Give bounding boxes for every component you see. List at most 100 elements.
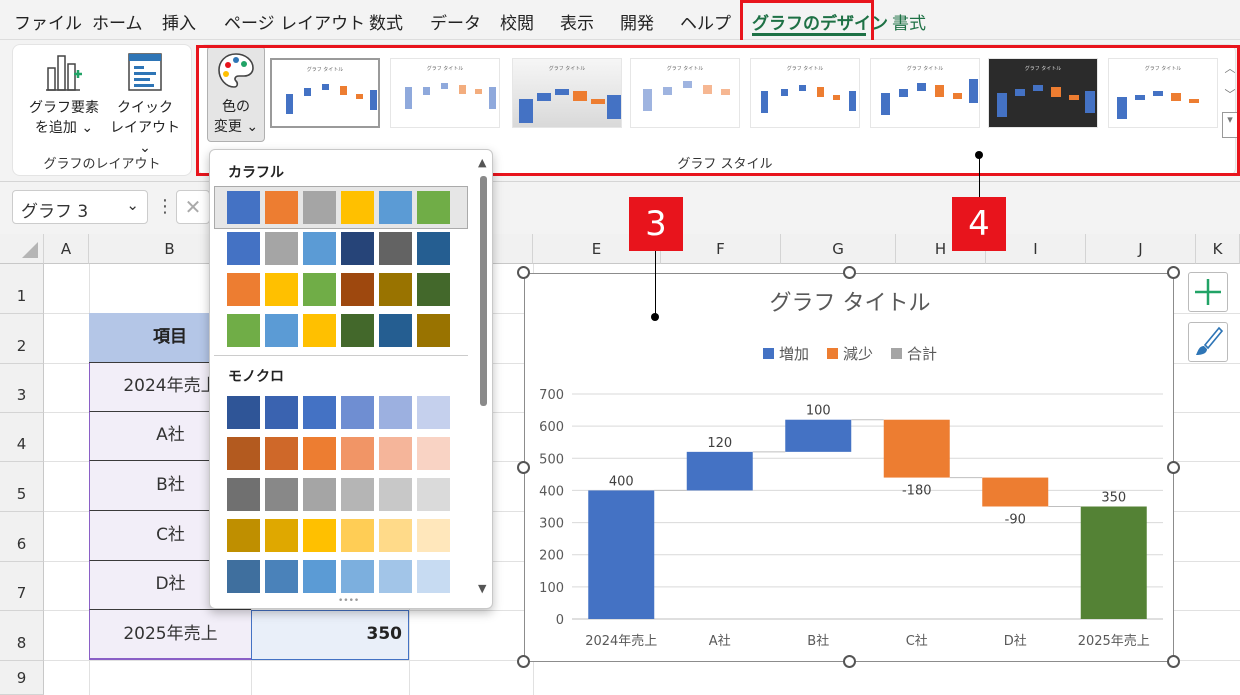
palette-swatch[interactable] <box>227 437 260 470</box>
palette-swatch[interactable] <box>417 478 450 511</box>
column-header-g[interactable]: G <box>781 234 896 264</box>
more-options-icon[interactable]: ⋮ <box>156 196 174 217</box>
palette-swatch[interactable] <box>227 273 260 306</box>
palette-swatch[interactable] <box>227 232 260 265</box>
resize-handle-left[interactable] <box>517 461 530 474</box>
chart-legend[interactable]: 増加 減少 合計 <box>763 345 937 363</box>
palette-swatch[interactable] <box>227 560 260 593</box>
palette-swatch[interactable] <box>303 232 336 265</box>
palette-swatch[interactable] <box>227 191 260 224</box>
row-header-8[interactable]: 8 <box>0 611 44 661</box>
row-header-2[interactable]: 2 <box>0 314 44 364</box>
row-header-6[interactable]: 6 <box>0 512 44 562</box>
tab-format[interactable]: 書式 <box>892 9 926 34</box>
palette-swatch[interactable] <box>417 191 450 224</box>
palette-swatch[interactable] <box>341 560 374 593</box>
palette-swatch[interactable] <box>417 396 450 429</box>
palette-swatch[interactable] <box>341 396 374 429</box>
waterfall-bar[interactable] <box>785 419 852 452</box>
palette-swatch[interactable] <box>303 437 336 470</box>
resize-handle-right[interactable] <box>1167 461 1180 474</box>
palette-swatch[interactable] <box>265 314 298 347</box>
tab-file[interactable]: ファイル <box>14 9 82 34</box>
palette-swatch[interactable] <box>417 560 450 593</box>
palette-swatch[interactable] <box>265 478 298 511</box>
scroll-down-arrow-icon[interactable]: ▼ <box>478 582 486 595</box>
waterfall-bar[interactable] <box>1080 506 1147 620</box>
palette-swatch[interactable] <box>227 478 260 511</box>
palette-swatch[interactable] <box>417 232 450 265</box>
palette-swatch[interactable] <box>303 273 336 306</box>
palette-swatch[interactable] <box>417 519 450 552</box>
scroll-thumb[interactable] <box>480 176 487 406</box>
quick-layout-button[interactable]: クイック レイアウト ⌄ <box>104 50 186 156</box>
dropdown-scrollbar[interactable]: ▲ ▼ <box>476 156 490 598</box>
palette-swatch[interactable] <box>341 314 374 347</box>
resize-handle-bottom-left[interactable] <box>517 655 530 668</box>
tab-home[interactable]: ホーム <box>92 9 143 34</box>
add-chart-element-button[interactable]: グラフ要素 を追加 ⌄ <box>24 50 104 140</box>
row-header-5[interactable]: 5 <box>0 462 44 512</box>
tab-view[interactable]: 表示 <box>560 9 594 34</box>
palette-swatch[interactable] <box>265 191 298 224</box>
palette-swatch[interactable] <box>417 437 450 470</box>
tab-formulas[interactable]: 数式 <box>369 9 403 34</box>
tab-data[interactable]: データ <box>430 9 481 34</box>
resize-handle-top-right[interactable] <box>1167 266 1180 279</box>
palette-swatch[interactable] <box>379 191 412 224</box>
row-header-7[interactable]: 7 <box>0 562 44 611</box>
waterfall-bar[interactable] <box>588 490 655 619</box>
palette-swatch[interactable] <box>265 437 298 470</box>
resize-handle-bottom[interactable] <box>843 655 856 668</box>
chevron-down-icon[interactable]: ⌄ <box>126 196 139 214</box>
waterfall-bar[interactable] <box>686 451 753 491</box>
palette-swatch[interactable] <box>341 478 374 511</box>
palette-swatch[interactable] <box>265 232 298 265</box>
row-header-1[interactable]: 1 <box>0 264 44 314</box>
palette-swatch[interactable] <box>417 314 450 347</box>
palette-swatch[interactable] <box>379 314 412 347</box>
palette-swatch[interactable] <box>379 396 412 429</box>
palette-swatch[interactable] <box>265 273 298 306</box>
chart-elements-button[interactable] <box>1188 272 1228 312</box>
column-header-a[interactable]: A <box>44 234 89 264</box>
select-all-corner[interactable] <box>0 234 44 264</box>
palette-swatch[interactable] <box>341 273 374 306</box>
waterfall-bar[interactable] <box>982 477 1049 507</box>
palette-swatch[interactable] <box>379 273 412 306</box>
palette-swatch[interactable] <box>379 560 412 593</box>
palette-swatch[interactable] <box>303 191 336 224</box>
chart-area[interactable]: グラフ タイトル 増加 減少 合計 0 100 200 300 400 500 600 700 4… <box>524 273 1174 662</box>
row-header-9[interactable]: 9 <box>0 661 44 695</box>
palette-swatch[interactable] <box>265 396 298 429</box>
table-value-cell[interactable]: 350 <box>251 610 409 660</box>
palette-swatch[interactable] <box>303 314 336 347</box>
palette-swatch[interactable] <box>341 232 374 265</box>
row-header-3[interactable]: 3 <box>0 364 44 413</box>
palette-swatch[interactable] <box>303 478 336 511</box>
resize-handle-top-left[interactable] <box>517 266 530 279</box>
palette-swatch[interactable] <box>303 560 336 593</box>
scroll-up-arrow-icon[interactable]: ▲ <box>478 156 486 169</box>
resize-handle-top[interactable] <box>843 266 856 279</box>
palette-swatch[interactable] <box>379 232 412 265</box>
palette-swatch[interactable] <box>341 519 374 552</box>
palette-swatch[interactable] <box>227 519 260 552</box>
palette-swatch[interactable] <box>265 560 298 593</box>
chart-styles-button[interactable] <box>1188 322 1228 362</box>
palette-swatch[interactable] <box>379 519 412 552</box>
chart-title[interactable]: グラフ タイトル <box>770 291 931 316</box>
tab-page-layout[interactable]: ページ レイアウト <box>224 9 365 34</box>
palette-swatch[interactable] <box>341 437 374 470</box>
name-box[interactable]: グラフ 3 ⌄ <box>12 190 148 224</box>
tab-developer[interactable]: 開発 <box>620 9 654 34</box>
waterfall-bar[interactable] <box>883 419 950 478</box>
cancel-icon[interactable]: ✕ <box>176 190 210 224</box>
palette-swatch[interactable] <box>303 519 336 552</box>
palette-swatch[interactable] <box>265 519 298 552</box>
tab-review[interactable]: 校閲 <box>500 9 534 34</box>
tab-insert[interactable]: 挿入 <box>162 9 196 34</box>
tab-help[interactable]: ヘルプ <box>680 9 731 34</box>
resize-handle-bottom-right[interactable] <box>1167 655 1180 668</box>
column-header-k[interactable]: K <box>1196 234 1240 264</box>
